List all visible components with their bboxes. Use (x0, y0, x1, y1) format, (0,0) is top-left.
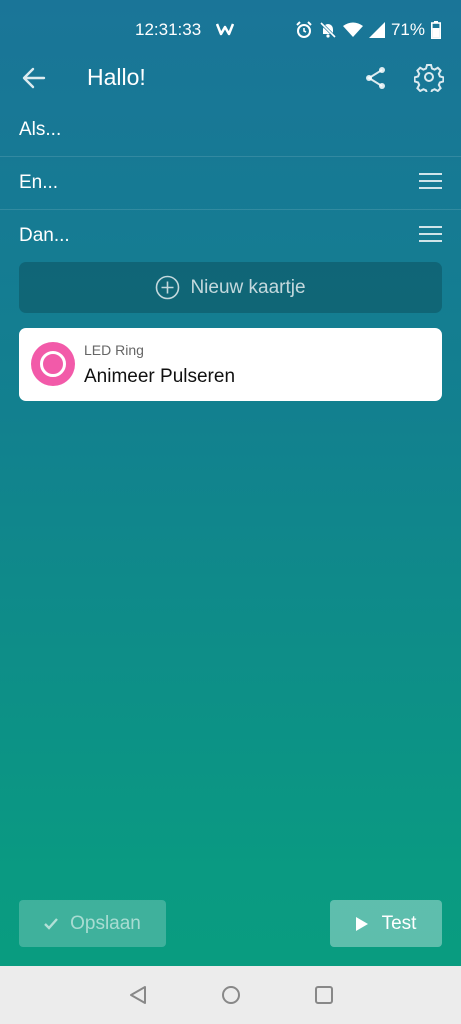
app-logo-icon (215, 22, 235, 41)
section-and-menu-button[interactable] (419, 173, 442, 191)
card-action-name: Animeer Pulseren (84, 366, 236, 387)
menu-icon (419, 173, 442, 175)
battery-icon (431, 21, 441, 39)
app-bar: Hallo! (0, 52, 461, 104)
status-icons: 71% (295, 20, 441, 40)
page-title: Hallo! (87, 64, 146, 90)
mute-icon (319, 21, 337, 39)
action-card[interactable]: LED Ring Animeer Pulseren (19, 328, 442, 401)
card-device-name: LED Ring (84, 342, 144, 358)
section-and: En... (0, 157, 461, 210)
nav-recents-button[interactable] (312, 983, 336, 1007)
back-button[interactable] (20, 64, 48, 92)
status-time: 12:31:33 (135, 20, 202, 39)
section-then-menu-button[interactable] (419, 226, 442, 244)
alarm-icon (295, 21, 313, 39)
settings-button[interactable] (413, 62, 445, 95)
share-button[interactable] (362, 64, 390, 92)
menu-icon-line (419, 233, 442, 235)
menu-icon-line (419, 187, 442, 189)
menu-icon (419, 226, 442, 228)
nav-home-button[interactable] (219, 983, 243, 1007)
test-button-label: Test (381, 912, 417, 934)
section-then-label: Dan... (19, 225, 70, 246)
check-icon (44, 917, 59, 930)
gear-icon (413, 64, 445, 95)
nav-recents-icon (315, 986, 333, 1004)
signal-icon (368, 22, 385, 38)
led-ring-icon (31, 342, 75, 386)
save-button-label: Opslaan (70, 912, 141, 934)
back-arrow-icon (22, 67, 46, 89)
menu-icon-line (419, 180, 442, 182)
menu-icon-line (419, 240, 442, 242)
battery-label: 71% (390, 20, 425, 39)
wifi-icon (342, 22, 363, 38)
nav-back-icon (130, 986, 146, 1004)
test-button[interactable]: Test (330, 900, 442, 947)
section-and-label: En... (19, 172, 59, 193)
save-button[interactable]: Opslaan (19, 900, 166, 947)
new-card-button[interactable]: Nieuw kaartje (19, 262, 442, 313)
plus-circle-icon (156, 275, 180, 300)
play-icon (355, 916, 368, 931)
section-if: Als... (0, 104, 461, 157)
share-icon (366, 67, 385, 89)
nav-home-icon (222, 986, 240, 1004)
nav-back-button[interactable] (126, 983, 150, 1007)
section-then: Dan... (0, 210, 461, 262)
new-card-label: Nieuw kaartje (190, 276, 306, 298)
section-if-label: Als... (19, 119, 62, 140)
navigation-bar (0, 966, 461, 1024)
